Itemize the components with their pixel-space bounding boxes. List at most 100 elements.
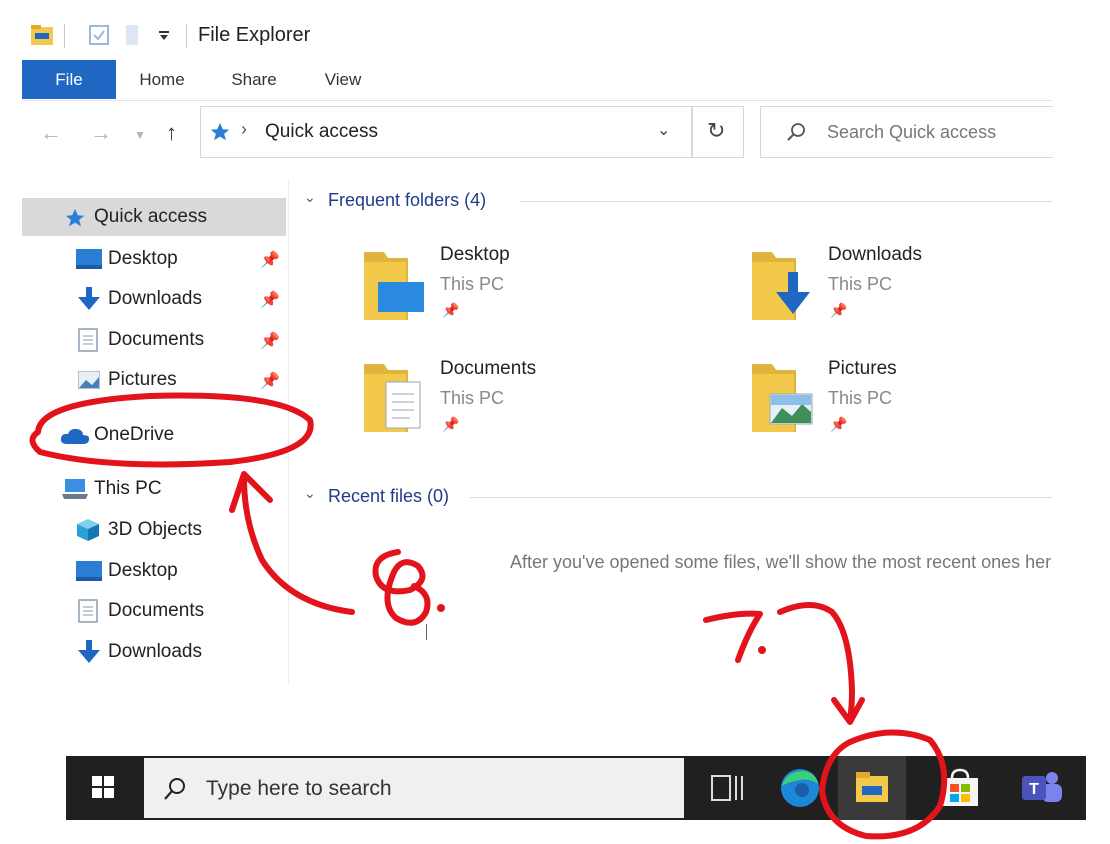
folder-name: Downloads (828, 244, 922, 265)
pin-icon[interactable]: 📌 (260, 290, 280, 310)
folder-location: This PC (440, 274, 505, 294)
search-icon (164, 778, 185, 800)
tab-share[interactable]: Share (218, 60, 290, 99)
download-arrow-icon (78, 287, 100, 310)
content-pane: ⌄ Frequent folders (4) Desktop This PC 📌… (290, 180, 1052, 685)
forward-arrow-icon[interactable]: → (90, 120, 112, 146)
sidebar-item-downloads-pc[interactable]: Downloads (22, 633, 286, 671)
taskbar-search-input[interactable]: Type here to search (144, 758, 684, 818)
folder-tile-documents[interactable]: Documents This PC 📌 (362, 358, 682, 458)
computer-icon (62, 479, 88, 499)
chevron-down-icon[interactable]: ⌄ (657, 120, 670, 140)
cloud-icon (60, 428, 90, 444)
sidebar-item-label: 3D Objects (108, 519, 202, 540)
section-header-recent[interactable]: Recent files (0) (328, 486, 449, 507)
sidebar-item-documents-pc[interactable]: Documents (22, 592, 286, 630)
sidebar-item-label: Quick access (94, 206, 207, 227)
pin-icon[interactable]: 📌 (260, 250, 280, 270)
teams-icon[interactable]: T (1012, 766, 1072, 810)
windows-start-icon[interactable] (78, 770, 126, 806)
desktop-icon (76, 249, 102, 269)
pin-icon: 📌 (830, 302, 848, 318)
sidebar-item-quick-access[interactable]: Quick access (22, 198, 286, 236)
folder-name: Documents (440, 358, 537, 379)
downloads-folder-icon (752, 252, 810, 320)
pin-icon[interactable]: 📌 (260, 371, 280, 391)
sidebar-item-this-pc[interactable]: This PC (22, 470, 286, 508)
sidebar-item-label: OneDrive (94, 424, 175, 445)
sidebar-item-label: Downloads (108, 288, 202, 309)
empty-state-message: After you've opened some files, we'll sh… (510, 552, 1052, 572)
window-title: File Explorer (198, 24, 311, 46)
refresh-button[interactable]: ↻ (692, 106, 744, 158)
tab-view[interactable]: View (312, 60, 374, 99)
customize-toolbar-icon[interactable] (158, 30, 170, 42)
new-folder-icon[interactable] (124, 24, 140, 46)
folder-tile-pictures[interactable]: Pictures This PC 📌 (750, 358, 1070, 458)
up-arrow-icon[interactable]: ↑ (166, 120, 177, 146)
sidebar-item-label: Desktop (108, 248, 178, 269)
properties-icon[interactable] (88, 24, 110, 46)
folder-tile-downloads[interactable]: Downloads This PC 📌 (750, 244, 1070, 344)
document-icon (78, 599, 98, 623)
search-icon (787, 123, 805, 141)
cube-icon (77, 519, 99, 541)
section-divider (520, 201, 1052, 202)
ribbon-tabs: File Home Share View (22, 60, 1052, 101)
sidebar-item-label: Desktop (108, 560, 178, 581)
back-arrow-icon[interactable]: ← (40, 120, 62, 146)
breadcrumb-location[interactable]: Quick access (265, 121, 378, 143)
folder-name: Desktop (440, 244, 510, 265)
svg-text:T: T (1029, 781, 1039, 798)
star-icon (65, 208, 85, 227)
refresh-icon: ↻ (707, 118, 726, 143)
document-icon (78, 328, 98, 352)
sidebar-item-pictures[interactable]: Pictures 📌 (22, 361, 286, 399)
address-bar[interactable]: › Quick access ⌄ (200, 106, 692, 158)
section-divider (470, 497, 1052, 498)
folder-tile-desktop[interactable]: Desktop This PC 📌 (362, 244, 682, 344)
file-explorer-icon[interactable] (842, 766, 902, 810)
sidebar-item-documents[interactable]: Documents 📌 (22, 321, 286, 359)
address-row: ← → ▼ ↑ › Quick access ⌄ ↻ Search Quick … (22, 104, 1053, 164)
sidebar-item-label: Downloads (108, 641, 202, 662)
sidebar-item-label: Documents (108, 600, 205, 621)
desktop-folder-icon (364, 252, 424, 320)
folder-location: This PC (440, 388, 505, 408)
sidebar-item-desktop[interactable]: Desktop 📌 (22, 240, 286, 278)
divider (186, 24, 187, 48)
pictures-icon (78, 371, 100, 389)
folder-location: This PC (828, 274, 893, 294)
desktop-icon (76, 561, 102, 581)
sidebar-item-desktop-pc[interactable]: Desktop (22, 552, 286, 590)
edge-icon[interactable] (770, 766, 830, 810)
pin-icon: 📌 (442, 416, 460, 432)
tab-file[interactable]: File (22, 60, 116, 99)
task-view-icon[interactable] (698, 766, 758, 810)
pin-icon: 📌 (442, 302, 460, 318)
star-icon (210, 122, 230, 141)
folder-location: This PC (828, 388, 893, 408)
pictures-folder-icon (752, 364, 813, 432)
tab-home[interactable]: Home (126, 60, 198, 99)
taskbar-search-placeholder: Type here to search (206, 777, 392, 800)
download-arrow-icon (78, 640, 100, 663)
search-input[interactable]: Search Quick access (760, 106, 1053, 158)
section-header-frequent[interactable]: Frequent folders (4) (328, 190, 486, 211)
search-placeholder: Search Quick access (827, 122, 997, 142)
step-7-arrowhead (831, 697, 865, 725)
breadcrumb-chevron-icon: › (241, 119, 247, 139)
chevron-down-icon[interactable]: ⌄ (304, 189, 316, 206)
store-icon[interactable] (930, 766, 990, 810)
sidebar-item-label: Documents (108, 329, 205, 350)
file-explorer-icon (31, 25, 53, 45)
folder-name: Pictures (828, 358, 897, 379)
text-cursor (426, 624, 427, 640)
recent-locations-icon[interactable]: ▼ (134, 128, 146, 142)
chevron-down-icon[interactable]: ⌄ (304, 485, 316, 502)
sidebar-item-label: Pictures (108, 369, 177, 390)
sidebar-item-3d-objects[interactable]: 3D Objects (22, 511, 286, 549)
sidebar-item-downloads[interactable]: Downloads 📌 (22, 280, 286, 318)
pin-icon[interactable]: 📌 (260, 331, 280, 351)
sidebar-item-onedrive[interactable]: OneDrive (22, 416, 286, 454)
